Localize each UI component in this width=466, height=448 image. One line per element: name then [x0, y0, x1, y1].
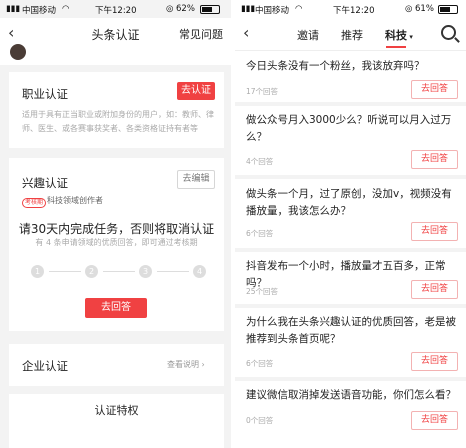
- progress-step-2: 2: [85, 265, 98, 278]
- interest-edit-button[interactable]: 去编辑: [177, 170, 215, 189]
- tab-tech-label: 科技: [385, 29, 407, 42]
- faq-link[interactable]: 常见问题: [179, 26, 223, 42]
- question-title[interactable]: 建议微信取消掉发送语音功能，你们怎么看？: [246, 387, 458, 404]
- right-screen: ▮▮▮ 中国移动 ◠ 下午12:20 ◎ 61% ‹ 邀请 推荐 科技 ▾ 今日…: [235, 0, 466, 448]
- interest-card: 兴趣认证 去编辑 考核期 科技领域创作者 请30天内完成任务，否则将取消认证 有…: [9, 158, 224, 331]
- avatar: [10, 44, 26, 60]
- answer-count: 4个回答: [246, 157, 274, 166]
- enterprise-title: 企业认证: [22, 359, 68, 373]
- divider: [235, 248, 466, 252]
- caret-down-icon: ▾: [407, 33, 413, 41]
- progress-step-4: 4: [193, 265, 206, 278]
- battery-icon: [438, 5, 458, 14]
- question-item[interactable]: 为什么我在头条兴趣认证的优质回答，老是被推荐到头条首页呢？ 6个回答 去回答: [246, 314, 458, 371]
- progress-step-1: 1: [31, 265, 44, 278]
- status-time: 下午12:20: [333, 6, 375, 16]
- avatar-strip: [0, 44, 231, 65]
- question-title[interactable]: 做头条一个月，过了原创，没加v，视频没有播放量，我该怎么办？: [246, 186, 458, 220]
- go-answer-button[interactable]: 去回答: [411, 411, 458, 430]
- divider: [235, 304, 466, 308]
- enterprise-card[interactable]: 企业认证 查看说明 ›: [9, 344, 224, 386]
- go-answer-button[interactable]: 去回答: [411, 222, 458, 241]
- battery-label: 62%: [176, 4, 195, 14]
- progress-line: [103, 271, 135, 272]
- answer-count: 6个回答: [246, 359, 274, 368]
- carrier-label: 中国移动: [255, 6, 290, 16]
- career-title: 职业认证: [22, 87, 68, 101]
- career-description: 适用于具有正当职业或附加身份的用户，如：教师、律师、医生、或各赛事获奖者、各类资…: [22, 110, 214, 133]
- question-item[interactable]: 做公众号月入3000少么？听说可以月入过万么？ 4个回答 去回答: [246, 112, 458, 169]
- question-item[interactable]: 建议微信取消掉发送语音功能，你们怎么看？ 0个回答 去回答: [246, 387, 458, 443]
- career-card: 职业认证 去认证 适用于具有正当职业或附加身份的用户，如：教师、律师、医生、或各…: [9, 72, 224, 148]
- signal-icon: ▮▮▮: [6, 4, 21, 14]
- location-icon: ◎: [166, 4, 174, 14]
- divider: [235, 175, 466, 179]
- battery-label: 61%: [415, 4, 434, 14]
- answer-count: 0个回答: [246, 416, 274, 425]
- question-title[interactable]: 为什么我在头条兴趣认证的优质回答，老是被推荐到头条首页呢？: [246, 314, 458, 348]
- go-answer-button[interactable]: 去回答: [85, 298, 147, 318]
- interest-title: 兴趣认证: [22, 176, 68, 190]
- tab-tech[interactable]: 科技 ▾: [385, 27, 413, 43]
- privilege-title: 认证特权: [94, 404, 139, 417]
- answer-count: 6个回答: [246, 229, 274, 238]
- wifi-icon: ◠: [295, 4, 303, 14]
- career-certify-button[interactable]: 去认证: [177, 82, 215, 100]
- go-answer-button[interactable]: 去回答: [411, 280, 458, 299]
- divider: [235, 377, 466, 381]
- answer-count: 17个回答: [246, 87, 279, 96]
- signal-icon: ▮▮▮: [241, 4, 256, 14]
- status-bar: ▮▮▮ 中国移动 ◠ 下午12:20 ◎ 62%: [0, 0, 231, 18]
- nav-bar: ‹ 头条认证 常见问题: [0, 18, 231, 50]
- search-icon[interactable]: [441, 25, 456, 40]
- location-icon: ◎: [405, 4, 413, 14]
- question-title[interactable]: 今日头条没有一个粉丝，我该放弃吗？: [246, 58, 458, 75]
- go-answer-button[interactable]: 去回答: [411, 352, 458, 371]
- progress-line: [49, 271, 81, 272]
- question-title[interactable]: 做公众号月入3000少么？听说可以月入过万么？: [246, 112, 458, 146]
- answer-count: 25个回答: [246, 287, 279, 296]
- question-item[interactable]: 做头条一个月，过了原创，没加v，视频没有播放量，我该怎么办？ 6个回答 去回答: [246, 186, 458, 242]
- tab-invite[interactable]: 邀请: [297, 27, 319, 43]
- left-screen: ▮▮▮ 中国移动 ◠ 下午12:20 ◎ 62% ‹ 头条认证 常见问题 职业认…: [0, 0, 231, 448]
- go-answer-button[interactable]: 去回答: [411, 80, 458, 99]
- task-headline: 请30天内完成任务，否则将取消认证: [18, 222, 215, 236]
- nav-bar: ‹ 邀请 推荐 科技 ▾: [235, 18, 466, 51]
- privilege-card: 认证特权: [9, 394, 224, 448]
- question-item[interactable]: 今日头条没有一个粉丝，我该放弃吗？ 17个回答 去回答: [246, 58, 458, 99]
- wifi-icon: ◠: [62, 4, 70, 14]
- status-bar: ▮▮▮ 中国移动 ◠ 下午12:20 ◎ 61%: [235, 0, 466, 18]
- probation-badge: 考核期: [22, 198, 47, 208]
- carrier-label: 中国移动: [22, 6, 57, 16]
- progress-line: [157, 271, 189, 272]
- divider: [235, 102, 466, 106]
- question-item[interactable]: 抖音发布一个小时，播放量才五百多，正常吗？ 25个回答 去回答: [246, 258, 458, 299]
- active-tab-indicator: [386, 46, 406, 48]
- task-subline: 有 4 条申请领域的优质回答，即可通过考核期: [35, 238, 198, 247]
- tab-recommend[interactable]: 推荐: [341, 27, 363, 43]
- status-time: 下午12:20: [95, 6, 137, 16]
- progress-step-3: 3: [139, 265, 152, 278]
- battery-icon: [200, 5, 220, 14]
- back-icon[interactable]: ‹: [243, 23, 249, 42]
- interest-role: 科技领域创作者: [47, 196, 103, 205]
- enterprise-info-link[interactable]: 查看说明 ›: [167, 358, 205, 372]
- go-answer-button[interactable]: 去回答: [411, 150, 458, 169]
